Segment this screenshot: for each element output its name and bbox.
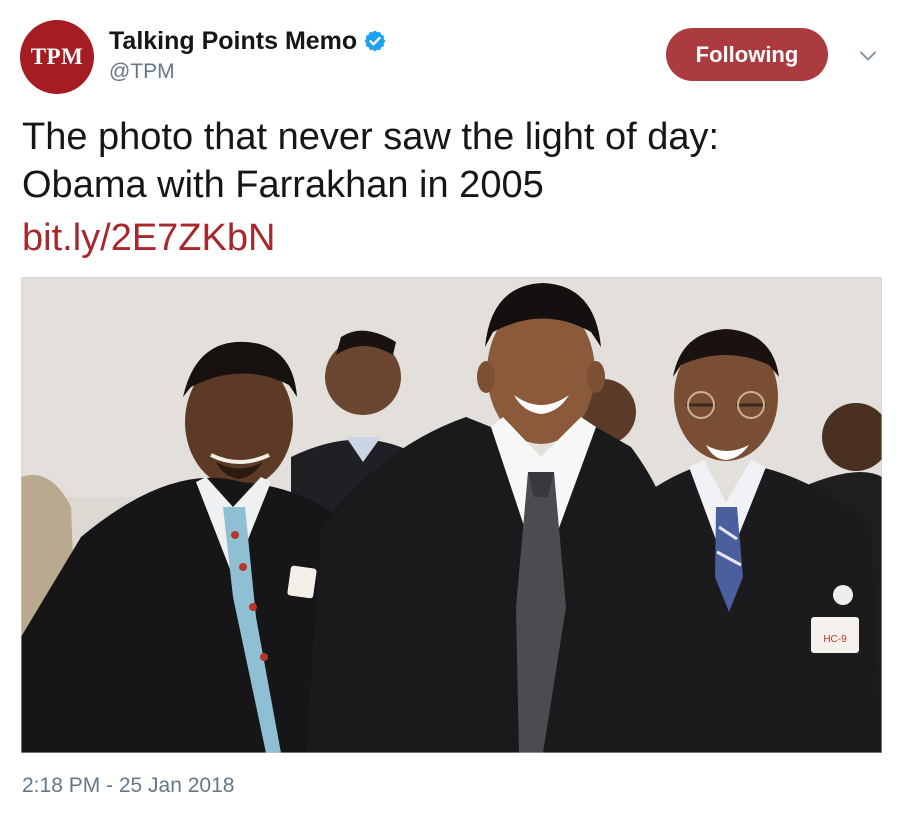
- chevron-down-icon[interactable]: [856, 44, 880, 68]
- avatar-logo-text: TPM: [30, 44, 84, 69]
- display-name[interactable]: Talking Points Memo: [109, 27, 357, 56]
- tweet-text-line-1: The photo that never saw the light of da…: [22, 116, 720, 158]
- following-button[interactable]: Following: [666, 28, 828, 81]
- photo-illustration: HC-9: [21, 277, 882, 753]
- photo-badge-text: HC-9: [823, 634, 847, 645]
- display-name-row: Talking Points Memo: [109, 24, 387, 58]
- tweet-link[interactable]: bit.ly/2E7ZKbN: [22, 214, 275, 262]
- tweet-text-line-2: Obama with Farrakhan in 2005: [22, 164, 544, 206]
- verified-badge-icon: [364, 30, 386, 52]
- account-avatar[interactable]: TPM: [20, 20, 94, 94]
- account-handle[interactable]: @TPM: [109, 60, 175, 84]
- tweet-photo[interactable]: HC-9: [21, 277, 882, 753]
- tweet-text: The photo that never saw the light of da…: [22, 113, 882, 209]
- tweet-timestamp[interactable]: 2:18 PM - 25 Jan 2018: [22, 774, 234, 798]
